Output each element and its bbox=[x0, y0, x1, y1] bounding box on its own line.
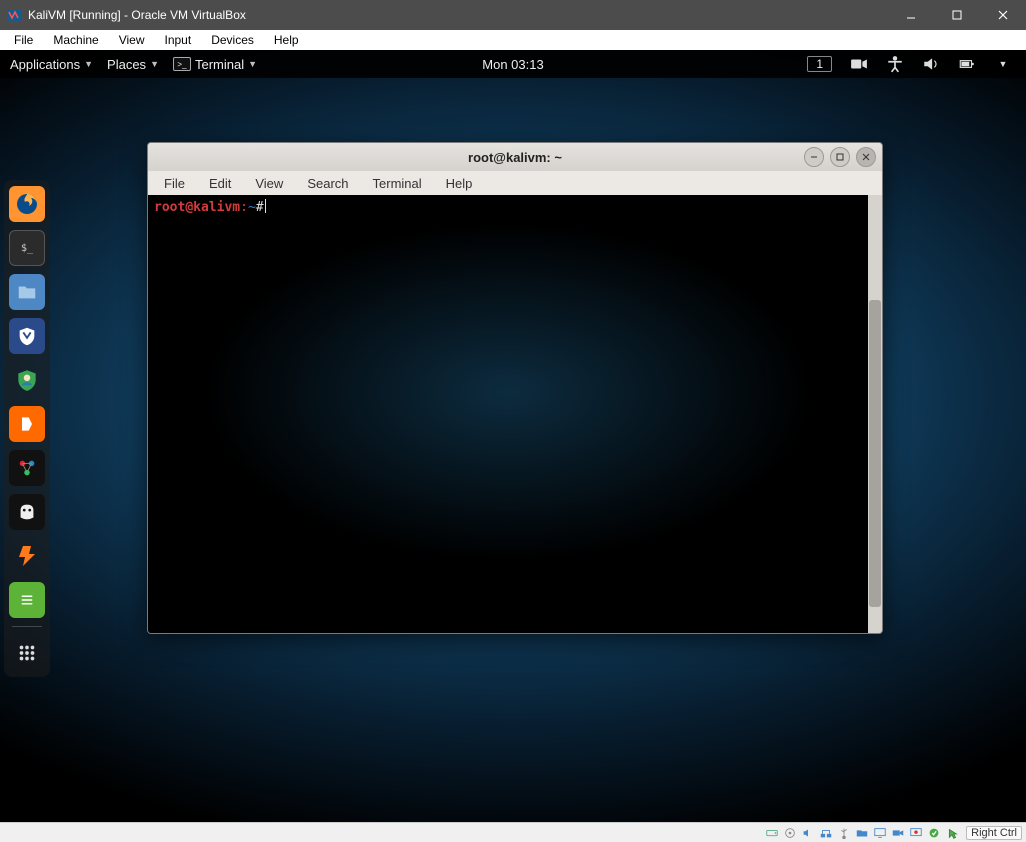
volume-icon[interactable] bbox=[922, 55, 940, 73]
prompt-at: @ bbox=[185, 200, 193, 215]
workspace-indicator[interactable]: 1 bbox=[807, 56, 832, 72]
vbox-menu-machine[interactable]: Machine bbox=[43, 32, 108, 48]
terminal-titlebar[interactable]: root@kalivm: ~ bbox=[148, 143, 882, 171]
chevron-down-icon: ▼ bbox=[248, 59, 257, 69]
vbox-menu-help[interactable]: Help bbox=[264, 32, 309, 48]
prompt-host: kalivm bbox=[193, 200, 240, 215]
virtualbox-icon bbox=[6, 7, 22, 23]
terminal-menu-view[interactable]: View bbox=[245, 175, 293, 192]
video-capture-icon[interactable] bbox=[890, 825, 906, 841]
guest-additions-icon[interactable] bbox=[926, 825, 942, 841]
virtualbox-window: KaliVM [Running] - Oracle VM VirtualBox … bbox=[0, 0, 1026, 842]
prompt-path: ~ bbox=[248, 200, 256, 215]
display-icon[interactable] bbox=[872, 825, 888, 841]
terminal-minimize-button[interactable] bbox=[804, 147, 824, 167]
topbar-right: 1 ▼ bbox=[807, 55, 1026, 73]
vbox-statusbar: Right Ctrl bbox=[0, 822, 1026, 842]
vbox-title: KaliVM [Running] - Oracle VM VirtualBox bbox=[28, 8, 888, 22]
active-app-label: Terminal bbox=[195, 57, 244, 72]
maltego-icon[interactable] bbox=[9, 450, 45, 486]
topbar-left: Applications ▼ Places ▼ >_ Terminal ▼ bbox=[0, 57, 257, 72]
places-menu[interactable]: Places ▼ bbox=[107, 57, 159, 72]
dock-separator bbox=[12, 626, 42, 627]
metasploit-icon[interactable] bbox=[9, 318, 45, 354]
vbox-menu-devices[interactable]: Devices bbox=[201, 32, 264, 48]
terminal-scrollbar[interactable] bbox=[868, 195, 882, 633]
chevron-down-icon: ▼ bbox=[150, 59, 159, 69]
vbox-menu-view[interactable]: View bbox=[109, 32, 155, 48]
shared-folder-icon[interactable] bbox=[854, 825, 870, 841]
recording-icon[interactable] bbox=[908, 825, 924, 841]
minimize-button[interactable] bbox=[888, 0, 934, 30]
terminal-app-icon: >_ bbox=[173, 57, 191, 71]
maximize-button[interactable] bbox=[934, 0, 980, 30]
prompt-user: root bbox=[154, 200, 185, 215]
network-icon[interactable] bbox=[818, 825, 834, 841]
active-app-menu[interactable]: >_ Terminal ▼ bbox=[173, 57, 257, 72]
burpsuite-icon[interactable] bbox=[9, 406, 45, 442]
terminal-menu-search[interactable]: Search bbox=[297, 175, 358, 192]
mouse-integration-icon[interactable] bbox=[944, 825, 960, 841]
host-key-indicator[interactable]: Right Ctrl bbox=[966, 826, 1022, 840]
terminal-menu-help[interactable]: Help bbox=[436, 175, 483, 192]
terminal-body: root@kalivm:~# bbox=[148, 195, 882, 633]
terminal-icon[interactable]: $_ bbox=[9, 230, 45, 266]
terminal-window[interactable]: root@kalivm: ~ File Edit View Search Ter… bbox=[147, 142, 883, 634]
show-apps-icon[interactable] bbox=[9, 635, 45, 671]
chevron-down-icon: ▼ bbox=[84, 59, 93, 69]
applications-menu[interactable]: Applications ▼ bbox=[10, 57, 93, 72]
gnome-topbar: Applications ▼ Places ▼ >_ Terminal ▼ Mo… bbox=[0, 50, 1026, 78]
files-icon[interactable] bbox=[9, 274, 45, 310]
terminal-menu-terminal[interactable]: Terminal bbox=[363, 175, 432, 192]
hard-disk-icon[interactable] bbox=[764, 825, 780, 841]
accessibility-icon[interactable] bbox=[886, 55, 904, 73]
terminal-menu-file[interactable]: File bbox=[154, 175, 195, 192]
vbox-guest-display[interactable]: Applications ▼ Places ▼ >_ Terminal ▼ Mo… bbox=[0, 50, 1026, 822]
terminal-title: root@kalivm: ~ bbox=[468, 150, 562, 165]
video-record-icon[interactable] bbox=[850, 55, 868, 73]
power-menu-icon[interactable]: ▼ bbox=[994, 55, 1012, 73]
terminal-cursor bbox=[265, 199, 266, 213]
audio-icon[interactable] bbox=[800, 825, 816, 841]
terminal-prompt-line: root@kalivm:~# bbox=[154, 199, 862, 217]
leafpad-icon[interactable] bbox=[9, 582, 45, 618]
battery-icon[interactable] bbox=[958, 55, 976, 73]
vbox-titlebar[interactable]: KaliVM [Running] - Oracle VM VirtualBox bbox=[0, 0, 1026, 30]
vbox-menubar: File Machine View Input Devices Help bbox=[0, 30, 1026, 50]
prompt-symbol: # bbox=[256, 200, 264, 215]
kali-desktop[interactable]: Applications ▼ Places ▼ >_ Terminal ▼ Mo… bbox=[0, 50, 1026, 822]
vbox-menu-input[interactable]: Input bbox=[155, 32, 202, 48]
prompt-colon: : bbox=[240, 200, 248, 215]
terminal-content[interactable]: root@kalivm:~# bbox=[148, 195, 868, 633]
firefox-icon[interactable] bbox=[9, 186, 45, 222]
scrollbar-thumb[interactable] bbox=[869, 300, 881, 607]
terminal-menu-edit[interactable]: Edit bbox=[199, 175, 241, 192]
optical-disk-icon[interactable] bbox=[782, 825, 798, 841]
usb-icon[interactable] bbox=[836, 825, 852, 841]
vbox-window-controls bbox=[888, 0, 1026, 30]
armitage-icon[interactable] bbox=[9, 362, 45, 398]
scrollbar-track[interactable] bbox=[868, 195, 882, 633]
beef-icon[interactable] bbox=[9, 494, 45, 530]
applications-label: Applications bbox=[10, 57, 80, 72]
close-button[interactable] bbox=[980, 0, 1026, 30]
faraday-icon[interactable] bbox=[9, 538, 45, 574]
terminal-window-controls bbox=[804, 147, 876, 167]
terminal-maximize-button[interactable] bbox=[830, 147, 850, 167]
vbox-menu-file[interactable]: File bbox=[4, 32, 43, 48]
terminal-menubar: File Edit View Search Terminal Help bbox=[148, 171, 882, 195]
places-label: Places bbox=[107, 57, 146, 72]
vbox-status-icons bbox=[764, 825, 960, 841]
terminal-close-button[interactable] bbox=[856, 147, 876, 167]
gnome-dock: $_ bbox=[4, 180, 50, 677]
